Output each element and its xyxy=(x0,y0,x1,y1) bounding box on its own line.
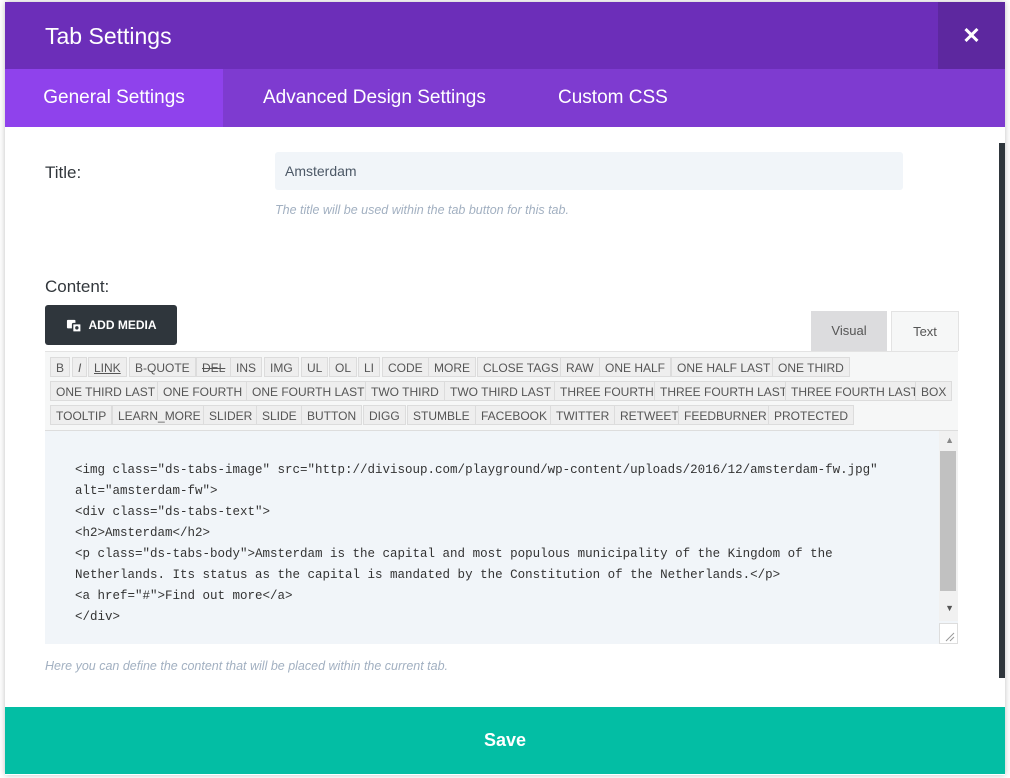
quicktag-facebook[interactable]: FACEBOOK xyxy=(475,405,554,425)
quicktag-one-half-last[interactable]: ONE HALF LAST xyxy=(671,357,777,377)
quicktag-more[interactable]: MORE xyxy=(428,357,476,377)
scroll-down-icon[interactable]: ▼ xyxy=(945,603,954,613)
modal-header: Tab Settings ✕ xyxy=(5,2,1005,69)
quicktag-li[interactable]: LI xyxy=(358,357,381,377)
quicktag-i[interactable]: I xyxy=(72,357,88,377)
code-line: <h2>Amsterdam</h2> xyxy=(75,526,211,540)
quicktag-tooltip[interactable]: TOOLTIP xyxy=(50,405,113,425)
page-scrollbar[interactable] xyxy=(999,143,1005,678)
quicktag-slide[interactable]: SLIDE xyxy=(256,405,303,425)
code-line: <p class="ds-tabs-body">Amsterdam is the… xyxy=(75,547,833,561)
title-label: Title: xyxy=(45,163,82,182)
tab-general-settings[interactable]: General Settings xyxy=(5,69,223,127)
quicktag-ins[interactable]: INS xyxy=(230,357,263,377)
quicktag-feedburner[interactable]: FEEDBURNER xyxy=(678,405,773,425)
title-description: The title will be used within the tab bu… xyxy=(275,203,569,217)
scrollbar-thumb[interactable] xyxy=(940,451,956,591)
quicktag-protected[interactable]: PROTECTED xyxy=(768,405,855,425)
quicktag-del[interactable]: DEL xyxy=(196,357,232,377)
add-media-button[interactable]: ADD MEDIA xyxy=(45,305,177,345)
tab-custom-css[interactable]: Custom CSS xyxy=(558,69,668,127)
content-editor[interactable]: <img class="ds-tabs-image" src="http://d… xyxy=(45,430,958,644)
quicktag-two-third[interactable]: TWO THIRD xyxy=(365,381,445,401)
quicktag-one-half[interactable]: ONE HALF xyxy=(599,357,672,377)
resize-grip-icon[interactable] xyxy=(939,623,958,644)
tab-advanced-design-settings[interactable]: Advanced Design Settings xyxy=(263,69,486,127)
code-line: <div class="ds-tabs-text"> xyxy=(75,505,271,519)
close-icon: ✕ xyxy=(962,22,981,48)
quicktag-one-fourth-last[interactable]: ONE FOURTH LAST xyxy=(246,381,371,401)
quicktag-stumble[interactable]: STUMBLE xyxy=(407,405,476,425)
editor-scrollbar[interactable]: ▲ ▼ xyxy=(939,431,958,621)
quicktag-three-fourth-last[interactable]: THREE FOURTH LAST xyxy=(654,381,794,401)
modal-title: Tab Settings xyxy=(45,23,172,49)
quicktag-retweet[interactable]: RETWEET xyxy=(614,405,685,425)
quicktag-ol[interactable]: OL xyxy=(329,357,358,377)
quicktag-one-third[interactable]: ONE THIRD xyxy=(772,357,850,377)
save-button[interactable]: Save xyxy=(5,707,1005,774)
quicktag-b[interactable]: B xyxy=(50,357,71,377)
media-icon xyxy=(66,319,82,333)
quicktag-one-fourth[interactable]: ONE FOURTH xyxy=(157,381,249,401)
content-description: Here you can define the content that wil… xyxy=(45,659,449,673)
quicktag-close-tags[interactable]: CLOSE TAGS xyxy=(477,357,565,377)
quicktag-two-third-last[interactable]: TWO THIRD LAST xyxy=(444,381,558,401)
quicktag-three-fourth-last-2[interactable]: THREE FOURTH LAST xyxy=(785,381,925,401)
settings-tabs: General Settings Advanced Design Setting… xyxy=(5,69,1005,127)
quicktag-code[interactable]: CODE xyxy=(382,357,429,377)
quicktag-link[interactable]: LINK xyxy=(88,357,127,377)
add-media-label: ADD MEDIA xyxy=(88,318,157,332)
quicktag-one-third-last[interactable]: ONE THIRD LAST xyxy=(50,381,162,401)
quicktag-ul[interactable]: UL xyxy=(301,357,329,377)
content-label: Content: xyxy=(45,277,110,296)
text-tab[interactable]: Text xyxy=(891,311,959,351)
title-input[interactable] xyxy=(275,152,903,190)
quicktag-button[interactable]: BUTTON xyxy=(301,405,363,425)
quicktag-learn-more[interactable]: LEARN_MORE xyxy=(112,405,207,425)
tab-settings-modal: Tab Settings ✕ General Settings Advanced… xyxy=(5,2,1005,775)
quicktag-img[interactable]: IMG xyxy=(264,357,299,377)
quicktag-twitter[interactable]: TWITTER xyxy=(550,405,616,425)
quicktag-raw[interactable]: RAW xyxy=(560,357,600,377)
code-line: <img class="ds-tabs-image" src="http://d… xyxy=(75,463,878,477)
code-line: </div> xyxy=(75,610,121,624)
quicktag-b-quote[interactable]: B-QUOTE xyxy=(129,357,196,377)
quicktag-box[interactable]: BOX xyxy=(915,381,953,401)
quicktag-slider[interactable]: SLIDER xyxy=(203,405,259,425)
quicktag-three-fourth[interactable]: THREE FOURTH xyxy=(554,381,660,401)
close-button[interactable]: ✕ xyxy=(938,2,1005,69)
quicktags-toolbar: B I LINK B-QUOTE DEL INS IMG UL OL LI CO… xyxy=(45,351,958,430)
scroll-up-icon[interactable]: ▲ xyxy=(945,435,954,445)
code-line: <a href="#">Find out more</a> xyxy=(75,589,293,603)
quicktag-digg[interactable]: DIGG xyxy=(363,405,406,425)
code-line: Netherlands. Its status as the capital i… xyxy=(75,568,781,582)
code-line: alt="amsterdam-fw"> xyxy=(75,484,218,498)
visual-tab[interactable]: Visual xyxy=(811,311,887,351)
